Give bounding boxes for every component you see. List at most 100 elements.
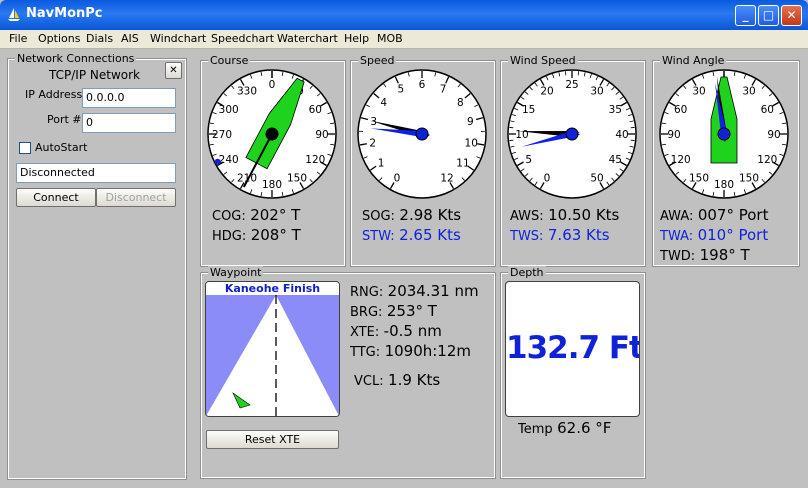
wind-angle-tick-label: 30	[692, 86, 705, 98]
wind-speed-tick-label: 35	[609, 104, 622, 116]
port-field[interactable]: 0	[82, 113, 176, 133]
vcl-label: VCL:	[354, 374, 384, 389]
course-tick-label: 150	[287, 172, 307, 184]
wind-speed-tick-label: 45	[609, 154, 622, 166]
wind-speed-hub	[565, 127, 579, 141]
xte-value: -0.5 nm	[383, 322, 442, 340]
sailboat-icon	[8, 8, 20, 21]
menu-waterchart[interactable]: Waterchart	[277, 32, 338, 45]
close-button[interactable]: ✕	[781, 5, 802, 26]
hdg-label: HDG:	[212, 229, 247, 244]
wind-speed-panel: Wind Speed 0 5 10 15 20 25 30 35 40 45 50 AWS: 10.…	[500, 54, 646, 267]
menu-dials[interactable]: Dials	[86, 32, 113, 45]
tws-readout: TWS: 7.63 Kts	[510, 226, 610, 244]
course-tick-label: 0	[269, 79, 276, 91]
speed-tick-label: 4	[380, 97, 387, 109]
vcl-value: 1.9 Kts	[388, 371, 441, 389]
network-heading: TCP/IP Network	[49, 68, 140, 82]
menu-windchart[interactable]: Windchart	[150, 32, 206, 45]
menu-help[interactable]: Help	[344, 32, 369, 45]
wind-angle-tick-label: 180	[714, 179, 734, 191]
aws-readout: AWS: 10.50 Kts	[510, 206, 619, 224]
connect-button[interactable]: Connect	[16, 188, 96, 207]
vcl-readout: VCL: 1.9 Kts	[354, 371, 440, 389]
course-tick-label: 120	[305, 154, 325, 166]
xte-label: XTE:	[350, 325, 380, 340]
reset-xte-button[interactable]: Reset XTE	[206, 430, 339, 449]
wind-speed-tick-label: 20	[540, 86, 553, 98]
wind-speed-gauge: 05 10 15 20 25 30 35 40 45 50	[507, 69, 637, 199]
wind-angle-tick-label: 150	[689, 172, 709, 184]
course-tick-label: 60	[309, 104, 322, 116]
port-label: Port #	[47, 113, 82, 126]
close-network-panel-button[interactable]: ✕	[165, 62, 182, 79]
depth-display: 132.7 Ft	[505, 281, 640, 417]
ip-address-field[interactable]: 0.0.0.0	[82, 88, 176, 108]
speed-gauge: 012345 6 789101112	[357, 69, 487, 199]
speed-tick-label: 5	[398, 84, 405, 96]
speed-tick-label: 0	[394, 172, 401, 184]
course-tick-label: 90	[315, 129, 328, 141]
wind-angle-tick-label: 120	[757, 154, 777, 166]
depth-value: 132.7 Ft	[506, 330, 640, 366]
autostart-label: AutoStart	[35, 141, 88, 154]
brg-label: BRG:	[350, 305, 383, 320]
minimize-button[interactable]: _	[735, 5, 756, 26]
aws-label: AWS:	[510, 209, 544, 224]
network-panel-title: Network Connections	[15, 52, 137, 65]
course-tick-label: 270	[212, 129, 232, 141]
speed-hub	[415, 127, 429, 141]
wind-angle-tick-label: 120	[671, 154, 691, 166]
aws-value: 10.50 Kts	[548, 206, 620, 224]
wind-speed-tick-label: 50	[590, 172, 603, 184]
twa-readout: TWA: 010° Port	[660, 226, 768, 244]
menu-speedchart[interactable]: Speedchart	[211, 32, 274, 45]
stw-value: 2.65 Kts	[399, 226, 461, 244]
speed-tick-label: 10	[465, 138, 478, 150]
course-tick-label: 240	[219, 154, 239, 166]
disconnect-button[interactable]: Disconnect	[96, 188, 176, 207]
sog-readout: SOG: 2.98 Kts	[362, 206, 461, 224]
menu-mob[interactable]: MOB	[377, 32, 403, 45]
menu-ais[interactable]: AIS	[121, 32, 139, 45]
speed-tick-label: 9	[467, 116, 474, 128]
wind-speed-tick-label: 0	[544, 172, 551, 184]
wind-angle-gauge: 0306090120150180150120906030	[659, 69, 789, 199]
speed-tick-label: 6	[419, 79, 426, 91]
twa-label: TWA:	[660, 229, 694, 244]
window-title: NavMonPc	[26, 6, 103, 21]
waypoint-name: Kaneohe Finish	[206, 282, 339, 295]
speed-tick-label: 11	[456, 158, 469, 170]
menu-file[interactable]: File	[9, 32, 27, 45]
cog-label: COG:	[212, 209, 246, 224]
course-tick-label: 300	[219, 104, 239, 116]
maximize-button[interactable]: □	[758, 5, 779, 26]
speed-tick-label: 12	[440, 172, 453, 184]
wind-angle-tick-label: 60	[674, 104, 687, 116]
wind-angle-panel: Wind Angle 0306090120150180150120906030 …	[652, 54, 800, 267]
temp-label: Temp	[518, 422, 553, 437]
wind-angle-tick-label: 30	[742, 86, 755, 98]
twd-label: TWD:	[660, 249, 696, 264]
xte-readout: XTE: -0.5 nm	[350, 322, 442, 340]
wind-speed-tick-label: 30	[590, 86, 603, 98]
sog-label: SOG:	[362, 209, 395, 224]
wind-angle-title: Wind Angle	[660, 54, 727, 67]
autostart-checkbox[interactable]	[19, 142, 31, 154]
speed-panel: Speed 0 1 2 3 4 5 6 7 8 9 10 11 12 SOG: 2.98 Kts STW…	[350, 54, 496, 267]
course-title: Course	[208, 54, 251, 67]
title-bar[interactable]: NavMonPc _ □ ✕	[0, 0, 808, 30]
depth-panel: Depth 132.7 Ft Temp 62.6 °F	[500, 266, 646, 479]
temp-value: 62.6 °F	[557, 419, 612, 437]
course-tick-label: 330	[237, 86, 257, 98]
menu-options[interactable]: Options	[38, 32, 80, 45]
rng-readout: RNG: 2034.31 nm	[350, 282, 479, 300]
wind-angle-hub	[717, 127, 731, 141]
connection-status: Disconnected	[16, 163, 176, 183]
waypoint-title: Waypoint	[208, 266, 264, 279]
course-bearing-marker	[214, 158, 221, 165]
speed-tick-label: 1	[378, 158, 385, 170]
twd-readout: TWD: 198° T	[660, 246, 750, 264]
menu-bar: File Options Dials AIS Windchart Speedch…	[0, 30, 808, 49]
speed-title: Speed	[358, 54, 397, 67]
